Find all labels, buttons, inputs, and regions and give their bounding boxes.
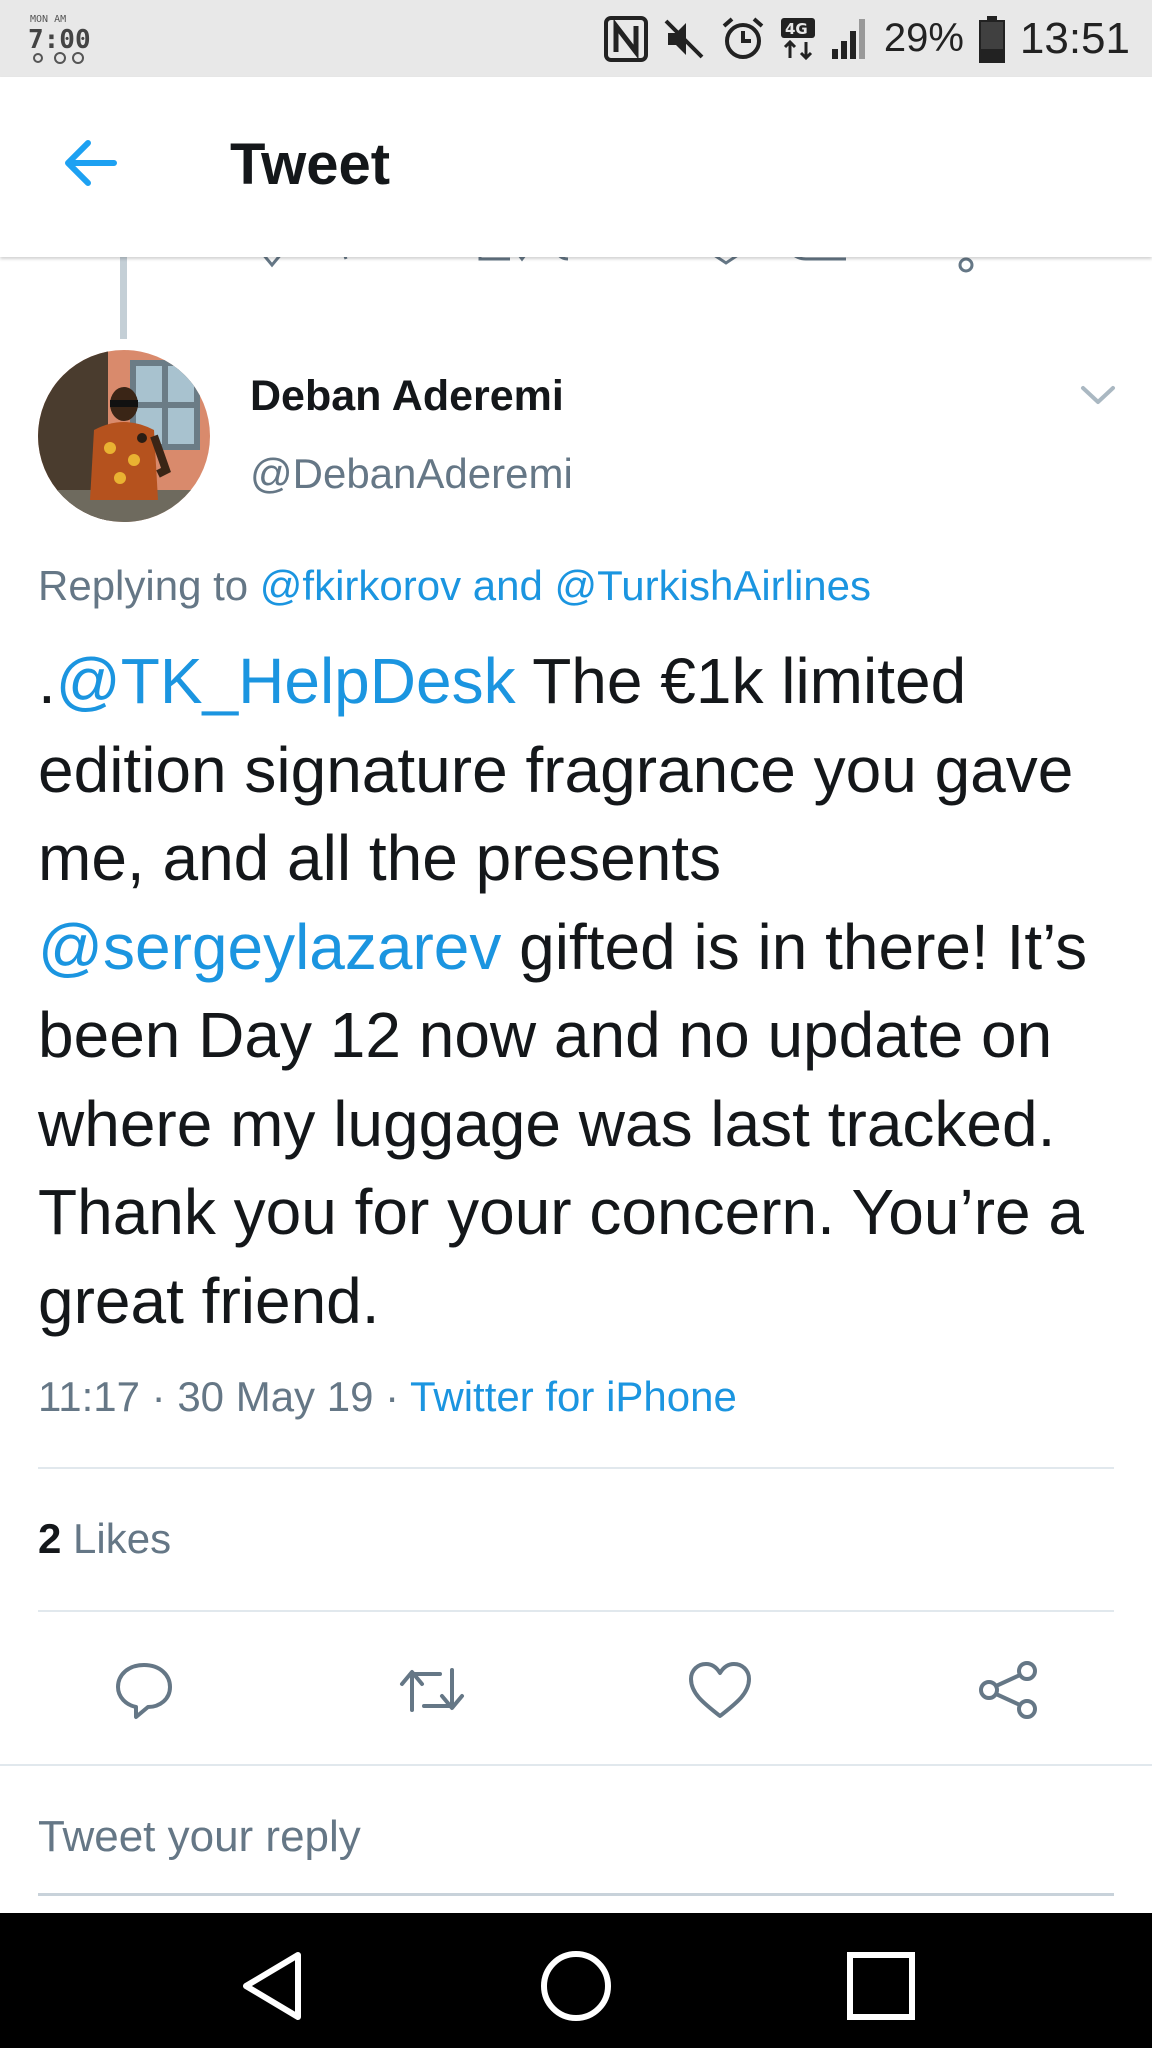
author-handle[interactable]: @DebanAderemi	[250, 450, 573, 498]
separator: ·	[140, 1373, 178, 1420]
tweet-date: 30 May 19	[177, 1373, 374, 1420]
status-bar: MON AM 7:00 4G 29% 13:51	[0, 0, 1152, 77]
tweet-text-lead: .	[38, 645, 56, 717]
reply-input-underline	[38, 1893, 1114, 1896]
network-4g-icon: 4G	[780, 16, 816, 62]
back-arrow-icon	[65, 140, 117, 186]
reply-input[interactable]: Tweet your reply	[38, 1812, 361, 1862]
retweet-button[interactable]	[392, 1650, 472, 1730]
divider	[38, 1467, 1114, 1469]
reply-icon	[116, 1663, 172, 1719]
replying-to: Replying to @fkirkorov and @TurkishAirli…	[38, 562, 871, 610]
tweet-actions	[0, 1650, 1152, 1730]
nfc-icon	[603, 15, 648, 62]
tweet-text: .@TK_HelpDesk The €1k limited edition si…	[38, 637, 1128, 1345]
retweet-icon	[400, 1668, 464, 1712]
tweet-metadata: 11:17 · 30 May 19 · Twitter for iPhone	[38, 1373, 737, 1421]
mention-link[interactable]: @TK_HelpDesk	[56, 645, 516, 717]
likes-label: Likes	[73, 1515, 172, 1562]
nav-recents-button[interactable]	[836, 1941, 926, 2031]
share-icon	[979, 1661, 1037, 1719]
battery-icon	[978, 15, 1006, 63]
svg-text:MON AM: MON AM	[30, 14, 66, 25]
svg-text:7:00: 7:00	[28, 25, 90, 55]
tweet-menu-button[interactable]	[1078, 380, 1118, 410]
chevron-down-icon	[1081, 386, 1115, 404]
tweet-time: 11:17	[38, 1373, 140, 1420]
back-button[interactable]	[58, 131, 122, 195]
author-name[interactable]: Deban Aderemi	[250, 372, 564, 421]
recents-square-icon	[847, 1952, 915, 2020]
like-button[interactable]	[680, 1650, 760, 1730]
replying-user-link[interactable]: @TurkishAirlines	[555, 562, 871, 609]
mute-icon	[662, 17, 706, 61]
avatar[interactable]	[38, 350, 210, 522]
thread-connector	[120, 257, 127, 339]
divider	[38, 1610, 1114, 1612]
back-triangle-icon	[243, 1952, 301, 2020]
app-header: Tweet	[0, 77, 1152, 257]
clock-widget-icon: MON AM 7:00	[28, 10, 91, 66]
home-circle-icon	[541, 1951, 611, 2021]
mention-link[interactable]: @sergeylazarev	[38, 911, 501, 983]
svg-text:4G: 4G	[785, 20, 808, 38]
share-button[interactable]	[968, 1650, 1048, 1730]
replying-prefix: Replying to	[38, 562, 249, 609]
divider	[0, 1764, 1152, 1766]
tweet-source-link[interactable]: Twitter for iPhone	[410, 1373, 737, 1420]
nav-home-button[interactable]	[531, 1941, 621, 2031]
replying-user-link[interactable]: @fkirkorov	[260, 562, 461, 609]
reply-button[interactable]	[104, 1650, 184, 1730]
page-title: Tweet	[230, 132, 391, 197]
likes-count[interactable]: 2 Likes	[38, 1515, 171, 1563]
replying-and: and	[472, 562, 543, 609]
status-time: 13:51	[1019, 13, 1130, 63]
nav-back-button[interactable]	[228, 1941, 318, 2031]
like-icon	[689, 1662, 751, 1718]
likes-number: 2	[38, 1515, 62, 1562]
alarm-icon	[720, 16, 766, 62]
battery-percent: 29%	[883, 16, 964, 60]
signal-icon	[830, 17, 870, 61]
navigation-bar	[0, 1913, 1152, 2048]
separator: ·	[373, 1373, 411, 1420]
